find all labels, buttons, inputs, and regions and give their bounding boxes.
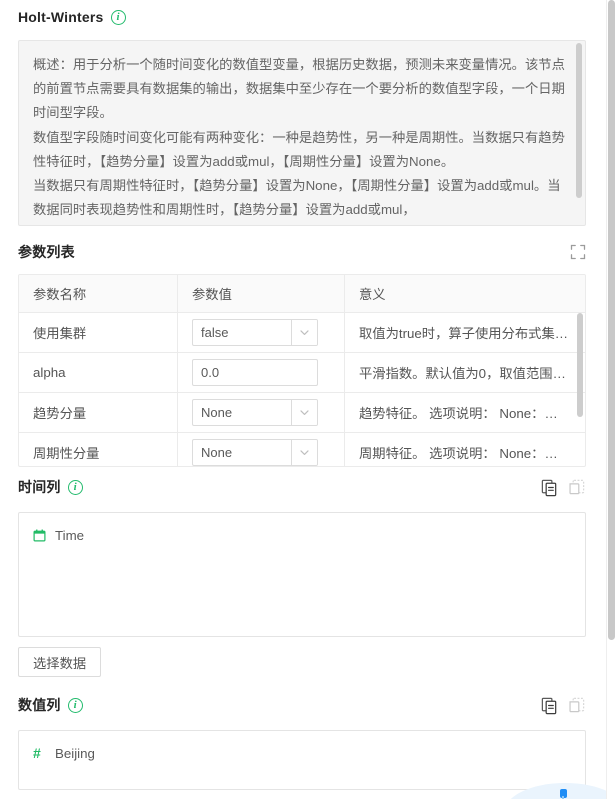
chevron-down-icon[interactable] <box>291 320 317 345</box>
col-header-param-meaning: 意义 <box>344 275 585 313</box>
table-header-row: 参数名称 参数值 意义 <box>19 275 585 313</box>
node-title-row: Holt-Winters i <box>18 0 586 34</box>
paste-icon[interactable] <box>567 478 586 497</box>
param-name-cell: alpha <box>19 352 178 393</box>
description-scrollbar[interactable] <box>576 43 582 223</box>
alpha-input[interactable]: 0.0 <box>192 359 318 386</box>
hash-icon: # <box>33 745 41 761</box>
time-section-actions <box>540 478 586 497</box>
list-item-label: Time <box>55 527 85 543</box>
calendar-icon <box>33 529 51 542</box>
chevron-down-icon[interactable] <box>291 400 317 425</box>
table-row: 使用集群 false 取值为true时，算子使用分布式集群运... <box>19 312 585 353</box>
table-row: 趋势分量 None 趋势特征。 选项说明： None：无趋势... <box>19 392 585 433</box>
info-circle-icon[interactable]: i <box>110 9 126 25</box>
page-scrollbar-thumb[interactable] <box>608 0 615 640</box>
param-meaning-cell: 取值为true时，算子使用分布式集群运... <box>344 312 585 353</box>
param-value-cell: 0.0 <box>177 352 345 393</box>
numeric-section-title: 数值列 <box>18 697 61 713</box>
col-header-param-name: 参数名称 <box>19 275 178 313</box>
param-meaning-cell: 周期特征。 选项说明： None：无周期... <box>344 432 585 466</box>
param-value-cell: false <box>177 312 345 353</box>
panel-content: Holt-Winters i 概述：用于分析一个随时间变化的数值型变量，根据历史… <box>0 0 600 799</box>
list-item[interactable]: Time <box>19 523 585 547</box>
use-cluster-select[interactable]: false <box>192 319 318 346</box>
param-meaning-cell: 平滑指数。默认值为0，取值范围是大... <box>344 352 585 393</box>
copy-icon[interactable] <box>540 696 559 715</box>
algorithm-config-panel: Holt-Winters i 概述：用于分析一个随时间变化的数值型变量，根据历史… <box>0 0 616 799</box>
list-item[interactable]: # Beijing <box>19 741 585 765</box>
time-section-title: 时间列 <box>18 479 61 495</box>
time-column-list[interactable]: Time <box>18 512 586 637</box>
param-table-scrollbar-thumb[interactable] <box>577 313 583 417</box>
description-text-area: 概述：用于分析一个随时间变化的数值型变量，根据历史数据，预测未来变量情况。该节点… <box>19 41 575 225</box>
trend-component-select-value: None <box>201 405 233 420</box>
seasonal-component-select-value: None <box>201 445 233 460</box>
seasonal-component-select[interactable]: None <box>192 439 318 466</box>
copy-icon[interactable] <box>540 478 559 497</box>
description-paragraph-3: 当数据只有周期性特征时，【趋势分量】设置为None，【周期性分量】设置为add或… <box>33 178 561 218</box>
chevron-down-icon[interactable] <box>291 440 317 465</box>
description-scrollbar-thumb[interactable] <box>576 43 582 198</box>
trend-component-select[interactable]: None <box>192 399 318 426</box>
param-table-body: 使用集群 false 取值为true时，算子使用分布式集群运... alpha … <box>19 312 585 466</box>
param-table-scrollbar[interactable] <box>577 313 583 464</box>
table-row: 周期性分量 None 周期特征。 选项说明： None：无周期... <box>19 432 585 466</box>
page-title: Holt-Winters <box>18 9 104 25</box>
time-section-header: 时间列 i <box>18 467 586 507</box>
param-table-container: 参数名称 参数值 意义 使用集群 false 取值为true时，算子使用分布式集… <box>18 274 586 467</box>
numeric-section-actions <box>540 696 586 715</box>
param-section-actions <box>570 244 586 260</box>
alpha-input-value: 0.0 <box>201 365 220 380</box>
param-name-cell: 周期性分量 <box>19 432 178 466</box>
param-meaning-text: 平滑指数。默认值为0，取值范围是大... <box>359 366 585 381</box>
param-meaning-text: 趋势特征。 选项说明： None：无趋势... <box>359 406 585 421</box>
description-paragraph-1: 概述：用于分析一个随时间变化的数值型变量，根据历史数据，预测未来变量情况。该节点… <box>33 57 565 121</box>
param-meaning-text: 取值为true时，算子使用分布式集群运... <box>359 326 585 341</box>
param-name-cell: 趋势分量 <box>19 392 178 433</box>
description-box: 概述：用于分析一个随时间变化的数值型变量，根据历史数据，预测未来变量情况。该节点… <box>18 40 586 226</box>
param-name-cell: 使用集群 <box>19 312 178 353</box>
info-circle-icon[interactable]: i <box>67 697 83 713</box>
list-item-label: Beijing <box>55 745 95 761</box>
page-scrollbar[interactable] <box>606 0 616 799</box>
info-circle-icon[interactable]: i <box>67 479 83 495</box>
paste-icon[interactable] <box>567 696 586 715</box>
numeric-column-list[interactable]: # Beijing <box>18 730 586 790</box>
table-row: alpha 0.0 平滑指数。默认值为0，取值范围是大... <box>19 352 585 393</box>
numeric-section-header: 数值列 i <box>18 685 586 725</box>
param-meaning-cell: 趋势特征。 选项说明： None：无趋势... <box>344 392 585 433</box>
param-section-title: 参数列表 <box>18 244 75 260</box>
param-table: 参数名称 参数值 意义 使用集群 false 取值为true时，算子使用分布式集… <box>19 275 585 466</box>
fullscreen-expand-icon[interactable] <box>570 244 586 260</box>
param-value-cell: None <box>177 392 345 433</box>
param-value-cell: None <box>177 432 345 466</box>
use-cluster-select-value: false <box>201 325 229 340</box>
select-data-button[interactable]: 选择数据 <box>18 647 102 677</box>
param-meaning-text: 周期特征。 选项说明： None：无周期... <box>359 446 585 461</box>
param-table-head: 参数名称 参数值 意义 <box>19 275 585 313</box>
description-paragraph-2: 数值型字段随时间变化可能有两种变化：一种是趋势性，另一种是周期性。当数据只有趋势… <box>33 129 565 169</box>
param-section-header: 参数列表 <box>18 234 586 270</box>
col-header-param-value: 参数值 <box>177 275 345 313</box>
